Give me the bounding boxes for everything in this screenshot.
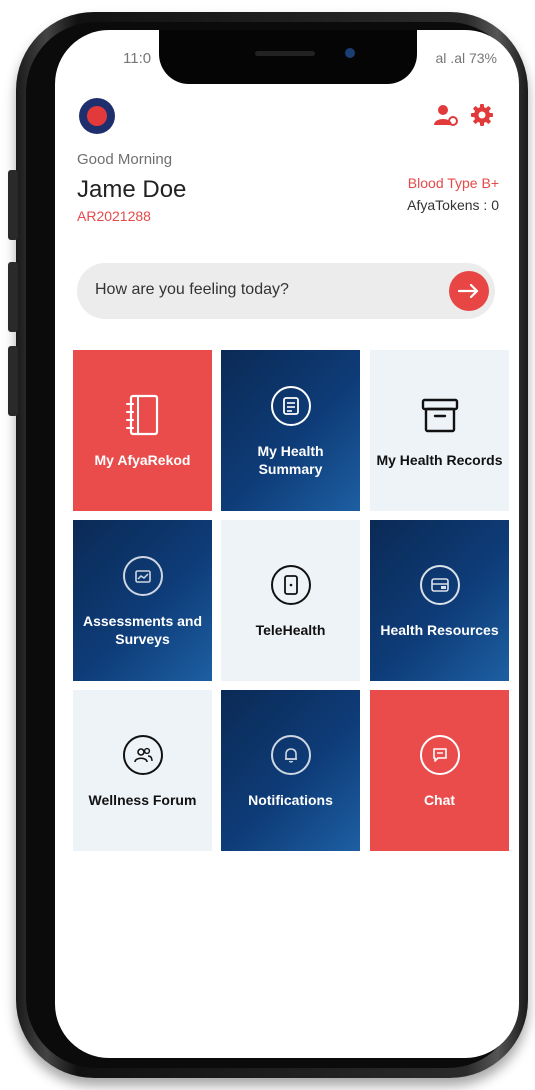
logo-mark: [87, 106, 107, 126]
volume-down-button: [8, 346, 18, 416]
tile-health-resources[interactable]: Health Resources: [370, 520, 509, 681]
user-name: Jame Doe: [77, 176, 187, 203]
tile-label: Health Resources: [380, 621, 499, 638]
tile-telehealth[interactable]: TeleHealth: [221, 520, 360, 681]
archive-box-icon: [421, 398, 458, 432]
tile-label: TeleHealth: [255, 621, 326, 638]
phone-device-icon: [283, 574, 298, 595]
feeling-prompt: How are you feeling today?: [95, 281, 289, 298]
app-logo[interactable]: [79, 98, 115, 134]
chat-icon: [432, 747, 447, 762]
tile-assessments-and-surveys[interactable]: Assessments and Surveys: [73, 520, 212, 681]
tile-label: Notifications: [248, 791, 333, 808]
submit-feeling-button[interactable]: [449, 271, 489, 311]
tile-wellness-forum[interactable]: Wellness Forum: [73, 690, 212, 851]
tile-label: Chat: [423, 791, 456, 808]
tile-label: My Health Summary: [257, 442, 324, 477]
settings-gear-icon[interactable]: [469, 102, 495, 128]
status-time: 11:0: [123, 50, 152, 67]
tile-notifications[interactable]: Notifications: [221, 690, 360, 851]
greeting-text: Good Morning: [77, 151, 173, 168]
blood-type: Blood Type B+: [407, 175, 499, 191]
app-screen: 11:0 al .al 73% Good Morning Jame Doe AR…: [55, 30, 519, 1058]
tile-my-afyarekod[interactable]: My AfyaRekod: [73, 350, 212, 511]
document-icon: [282, 396, 299, 415]
users-icon: [133, 747, 153, 762]
arrow-right-icon: [458, 283, 479, 299]
tile-label: Wellness Forum: [88, 791, 197, 808]
bell-icon: [284, 747, 297, 763]
tile-label: Assessments and Surveys: [82, 612, 203, 647]
notebook-icon: [125, 394, 158, 435]
tile-chat[interactable]: Chat: [370, 690, 509, 851]
notch: [159, 30, 417, 84]
tile-label: My Health Records: [376, 451, 503, 468]
folder-icon: [430, 577, 449, 592]
front-camera: [345, 48, 355, 58]
afya-tokens: AfyaTokens : 0: [407, 197, 499, 213]
chart-icon: [134, 569, 151, 583]
user-profile-icon[interactable]: [433, 102, 459, 128]
status-battery: al .al 73%: [435, 50, 497, 66]
tile-label: My AfyaRekod: [94, 451, 191, 468]
volume-up-button: [8, 262, 18, 332]
tile-my-health-records[interactable]: My Health Records: [370, 350, 509, 511]
patient-id: AR2021288: [77, 208, 151, 224]
tile-my-health-summary[interactable]: My Health Summary: [221, 350, 360, 511]
feeling-input[interactable]: How are you feeling today?: [77, 263, 495, 319]
mute-switch: [8, 170, 18, 240]
speaker: [255, 51, 315, 56]
